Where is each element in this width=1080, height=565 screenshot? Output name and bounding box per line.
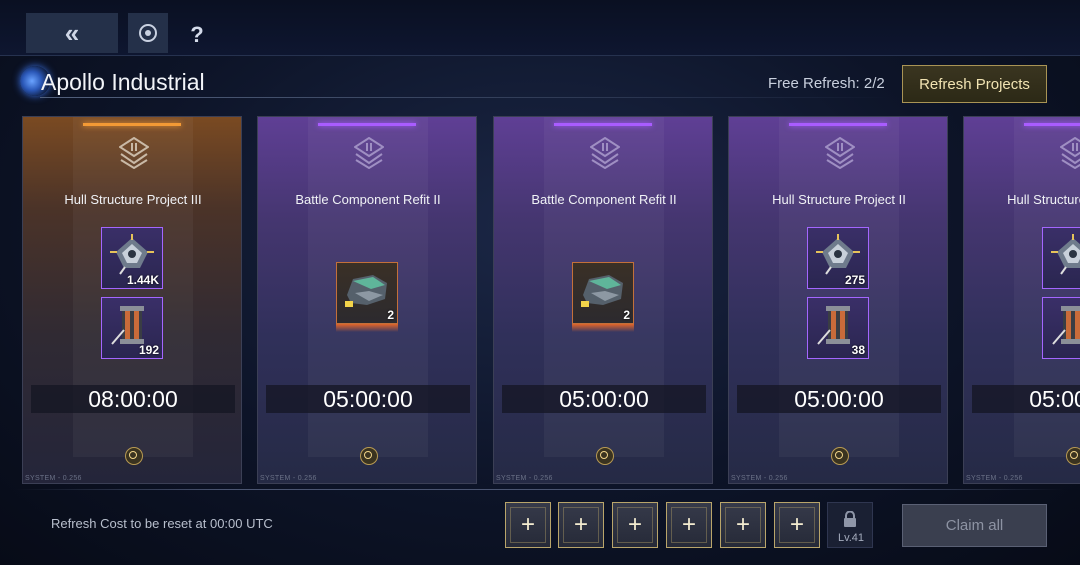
refresh-reset-note: Refresh Cost to be reset at 00:00 UTC [51,516,273,531]
reward-item[interactable]: 38 [807,297,869,359]
slot-frame [510,507,546,543]
rarity-glow [336,324,398,332]
rarity-accent-bar [554,123,652,126]
project-card[interactable]: Battle Component Refit II 2 05:00:00 SYSTEM… [493,116,713,484]
top-bar: « ? [0,0,1080,56]
page-title: Apollo Industrial [41,69,205,95]
queue-slot-add-button[interactable]: + [774,502,820,548]
padlock-icon [844,511,856,527]
project-name: Hull Structure Project II [1007,192,1080,207]
target-button[interactable] [128,13,168,53]
project-duration: 05:00:00 [972,385,1080,413]
reward-quantity: 1.44K [126,273,159,287]
title-divider [40,97,890,98]
project-name: Hull Structure Project III [64,192,202,207]
reward-item[interactable] [1042,297,1080,359]
refresh-projects-button[interactable]: Refresh Projects [902,65,1047,103]
unlock-level-label: Lv.41 [837,532,865,544]
magnifier-icon[interactable] [831,447,849,465]
project-name: Battle Component Refit II [531,192,677,207]
target-icon [139,24,157,42]
queue-slot-add-button[interactable]: + [612,502,658,548]
rarity-glow [572,324,634,332]
system-code: SYSTEM - 0.256 [25,475,82,482]
page-header: Apollo Industrial Free Refresh: 2/2 Refr… [20,63,1060,103]
rarity-accent-bar [83,123,181,126]
reward-item[interactable] [1042,227,1080,289]
magnifier-icon[interactable] [1066,447,1080,465]
reward-item[interactable]: 192 [101,297,163,359]
slot-frame [563,507,599,543]
queue-slot-add-button[interactable]: + [505,502,551,548]
reward-quantity: 38 [851,343,865,357]
magnifier-icon[interactable] [360,447,378,465]
magnifier-icon[interactable] [596,447,614,465]
project-emblem-icon [353,136,385,170]
free-refresh-counter: Free Refresh: 2/2 [768,75,885,92]
reward-quantity: 275 [844,273,865,287]
project-card[interactable]: Hull Structure Project II 275 38 05:00:00 SY… [728,116,948,484]
project-emblem-icon [589,136,621,170]
rarity-accent-bar [318,123,416,126]
system-code: SYSTEM - 0.256 [731,475,788,482]
reward-quantity: 2 [387,308,394,322]
reward-quantity: 192 [138,343,159,357]
queue-slot-add-button[interactable]: + [720,502,766,548]
help-button[interactable]: ? [184,22,210,48]
project-duration: 05:00:00 [737,385,941,413]
reward-item[interactable]: 1.44K [101,227,163,289]
project-card[interactable]: Hull Structure Project II 05:00:00 SYSTEM … [963,116,1080,484]
locked-queue-slot[interactable]: Lv.41 [827,502,873,548]
project-card[interactable]: Battle Component Refit II 2 05:00:00 SYSTEM… [257,116,477,484]
project-emblem-icon [1059,136,1080,170]
slot-frame [725,507,761,543]
back-button[interactable]: « [26,13,118,53]
project-duration: 05:00:00 [266,385,470,413]
footer-divider [15,489,1065,490]
project-card[interactable]: Hull Structure Project III 1.44K 192 08:00:… [22,116,242,484]
queue-slot-add-button[interactable]: + [666,502,712,548]
project-emblem-icon [118,136,150,170]
rarity-accent-bar [789,123,887,126]
project-emblem-icon [824,136,856,170]
question-mark-icon: ? [190,22,204,47]
project-duration: 05:00:00 [502,385,706,413]
system-code: SYSTEM - 0.256 [496,475,553,482]
reward-item[interactable]: 275 [807,227,869,289]
project-duration: 08:00:00 [31,385,235,413]
claim-all-button[interactable]: Claim all [902,504,1047,547]
queue-slot-add-button[interactable]: + [558,502,604,548]
system-code: SYSTEM - 0.256 [260,475,317,482]
project-name: Hull Structure Project II [772,192,906,207]
slot-frame [779,507,815,543]
slot-frame [617,507,653,543]
project-cards: Hull Structure Project III 1.44K 192 08:00:… [22,116,1080,486]
slot-frame [671,507,707,543]
system-code: SYSTEM - 0.256 [966,475,1023,482]
rarity-accent-bar [1024,123,1080,126]
reward-quantity: 2 [623,308,630,322]
double-chevron-left-icon: « [64,17,80,48]
reward-item[interactable]: 2 [336,262,398,324]
project-name: Battle Component Refit II [295,192,441,207]
reward-item[interactable]: 2 [572,262,634,324]
magnifier-icon[interactable] [125,447,143,465]
